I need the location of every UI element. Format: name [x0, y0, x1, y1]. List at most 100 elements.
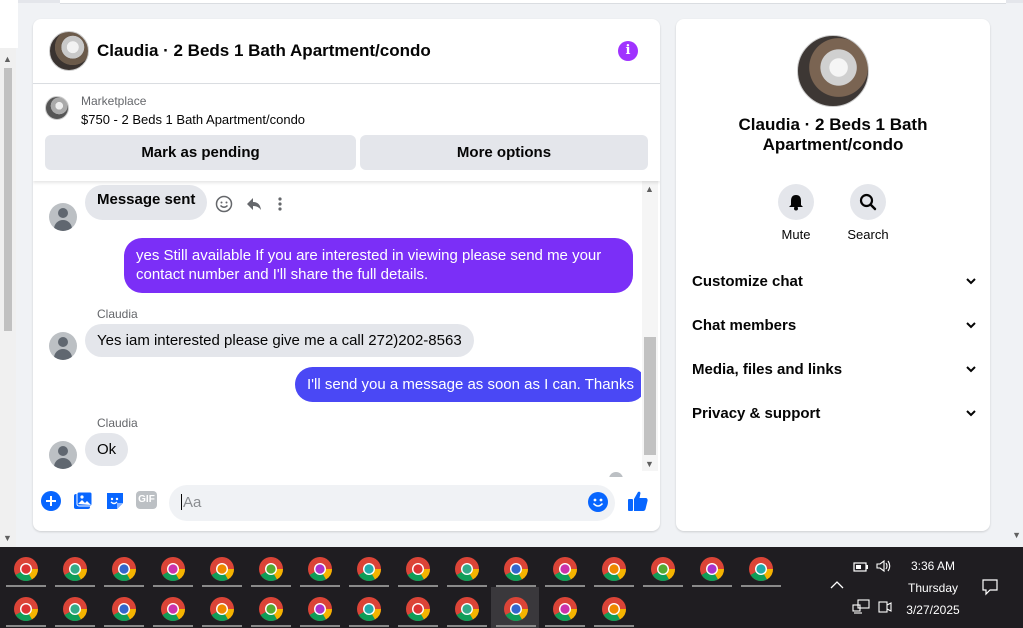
running-app-indicator — [55, 585, 95, 587]
listing-thumbnail[interactable] — [45, 96, 69, 120]
emoji-icon[interactable] — [588, 492, 608, 512]
scroll-down-icon[interactable]: ▼ — [645, 459, 654, 469]
search-circle[interactable] — [850, 184, 886, 220]
details-panel: Claudia · 2 Beds 1 Bath Apartment/condo … — [676, 19, 990, 531]
privacy-support-row[interactable]: Privacy & support — [692, 401, 976, 425]
chrome-icon[interactable] — [502, 595, 530, 623]
page-scrollbar[interactable]: ▲ ▼ — [0, 48, 16, 548]
scroll-down-icon[interactable]: ▼ — [3, 533, 12, 543]
chrome-icon[interactable] — [61, 555, 89, 583]
chat-members-label: Chat members — [692, 316, 797, 334]
chrome-icon[interactable] — [551, 555, 579, 583]
reply-icon[interactable] — [245, 195, 263, 213]
message-bubble-incoming[interactable]: Yes iam interested please give me a call… — [85, 324, 474, 357]
running-app-indicator — [398, 625, 438, 627]
like-icon[interactable] — [627, 490, 649, 512]
chrome-icon[interactable] — [159, 595, 187, 623]
running-app-indicator — [153, 625, 193, 627]
chrome-icon[interactable] — [306, 555, 334, 583]
chrome-icon[interactable] — [12, 595, 40, 623]
volume-icon[interactable] — [875, 559, 893, 573]
running-app-indicator — [496, 585, 536, 587]
clock-day[interactable]: Thursday — [896, 581, 970, 595]
chrome-icon[interactable] — [61, 595, 89, 623]
avatar[interactable] — [49, 441, 77, 469]
chrome-icon[interactable] — [600, 555, 628, 583]
chat-members-row[interactable]: Chat members — [692, 313, 976, 337]
plus-icon[interactable] — [41, 491, 61, 511]
meet-now-icon[interactable] — [878, 599, 892, 615]
chrome-icon[interactable] — [502, 555, 530, 583]
chevron-down-icon — [966, 366, 976, 373]
page-scrollbar-thumb[interactable] — [4, 68, 12, 331]
chrome-icon[interactable] — [12, 555, 40, 583]
listing-price[interactable]: $750 - 2 Beds 1 Bath Apartment/condo — [81, 112, 305, 127]
message-input[interactable]: Aa — [169, 485, 615, 521]
avatar[interactable] — [49, 332, 77, 360]
chrome-icon[interactable] — [747, 555, 775, 583]
running-app-indicator — [202, 625, 242, 627]
chrome-icon[interactable] — [257, 595, 285, 623]
chrome-icon[interactable] — [600, 595, 628, 623]
chrome-icon[interactable] — [208, 595, 236, 623]
chrome-icon[interactable] — [208, 555, 236, 583]
running-app-indicator — [251, 585, 291, 587]
customize-chat-row[interactable]: Customize chat — [692, 269, 976, 293]
scroll-up-icon[interactable]: ▲ — [3, 54, 12, 64]
listing-avatar[interactable] — [49, 31, 89, 71]
details-avatar[interactable] — [797, 35, 869, 107]
chrome-icon[interactable] — [453, 555, 481, 583]
photo-icon[interactable] — [73, 491, 93, 511]
mute-circle[interactable] — [778, 184, 814, 220]
battery-icon[interactable] — [853, 561, 869, 573]
marketplace-bar: Marketplace $750 - 2 Beds 1 Bath Apartme… — [33, 85, 660, 181]
bell-icon — [789, 195, 803, 211]
avatar[interactable] — [49, 203, 77, 231]
chrome-icon[interactable] — [110, 595, 138, 623]
chrome-icon[interactable] — [257, 555, 285, 583]
message-bubble-outgoing[interactable]: I'll send you a message as soon as I can… — [295, 367, 641, 402]
clock-date[interactable]: 3/27/2025 — [896, 603, 970, 617]
chrome-icon[interactable] — [404, 595, 432, 623]
chat-title[interactable]: Claudia · 2 Beds 1 Bath Apartment/condo — [97, 41, 431, 61]
chrome-icon[interactable] — [306, 595, 334, 623]
more-options-button[interactable]: More options — [360, 135, 648, 170]
chrome-icon[interactable] — [355, 595, 383, 623]
scroll-up-icon[interactable]: ▲ — [645, 184, 654, 194]
chrome-icon[interactable] — [355, 555, 383, 583]
info-icon[interactable]: i — [618, 41, 638, 61]
marketplace-label: Marketplace — [81, 94, 147, 108]
running-app-indicator — [447, 585, 487, 587]
chat-panel: Claudia · 2 Beds 1 Bath Apartment/condo … — [33, 19, 660, 531]
message-scrollbar[interactable]: ▲ ▼ — [642, 181, 658, 471]
message-scrollbar-thumb[interactable] — [644, 337, 656, 455]
search-icon — [859, 193, 877, 211]
chevron-up-icon[interactable] — [830, 580, 844, 590]
chrome-icon[interactable] — [404, 555, 432, 583]
chrome-icon[interactable] — [159, 555, 187, 583]
gif-icon[interactable]: GIF — [136, 491, 157, 509]
chrome-icon[interactable] — [551, 595, 579, 623]
message-bubble-outgoing[interactable]: yes Still available If you are intereste… — [124, 238, 633, 293]
sticker-icon[interactable] — [105, 491, 125, 511]
running-app-indicator — [349, 585, 389, 587]
network-icon[interactable] — [852, 599, 870, 615]
running-app-indicator — [594, 585, 634, 587]
clock-time[interactable]: 3:36 AM — [896, 559, 970, 573]
chrome-icon[interactable] — [698, 555, 726, 583]
notification-icon[interactable] — [981, 578, 999, 596]
smiley-icon[interactable] — [215, 195, 233, 213]
mark-pending-button[interactable]: Mark as pending — [45, 135, 356, 170]
chevron-down-icon — [966, 278, 976, 285]
message-bubble-incoming[interactable]: Message sent — [85, 185, 208, 220]
more-icon[interactable] — [275, 195, 285, 213]
page-scroll-down-icon[interactable]: ▼ — [1012, 530, 1021, 540]
chrome-icon[interactable] — [453, 595, 481, 623]
chrome-icon[interactable] — [110, 555, 138, 583]
mute-button[interactable]: Mute — [766, 184, 826, 242]
chrome-icon[interactable] — [649, 555, 677, 583]
media-files-links-row[interactable]: Media, files and links — [692, 357, 976, 381]
page-top-edge — [60, 0, 1006, 4]
search-button[interactable]: Search — [838, 184, 898, 242]
message-bubble-incoming[interactable]: Ok — [85, 433, 129, 466]
